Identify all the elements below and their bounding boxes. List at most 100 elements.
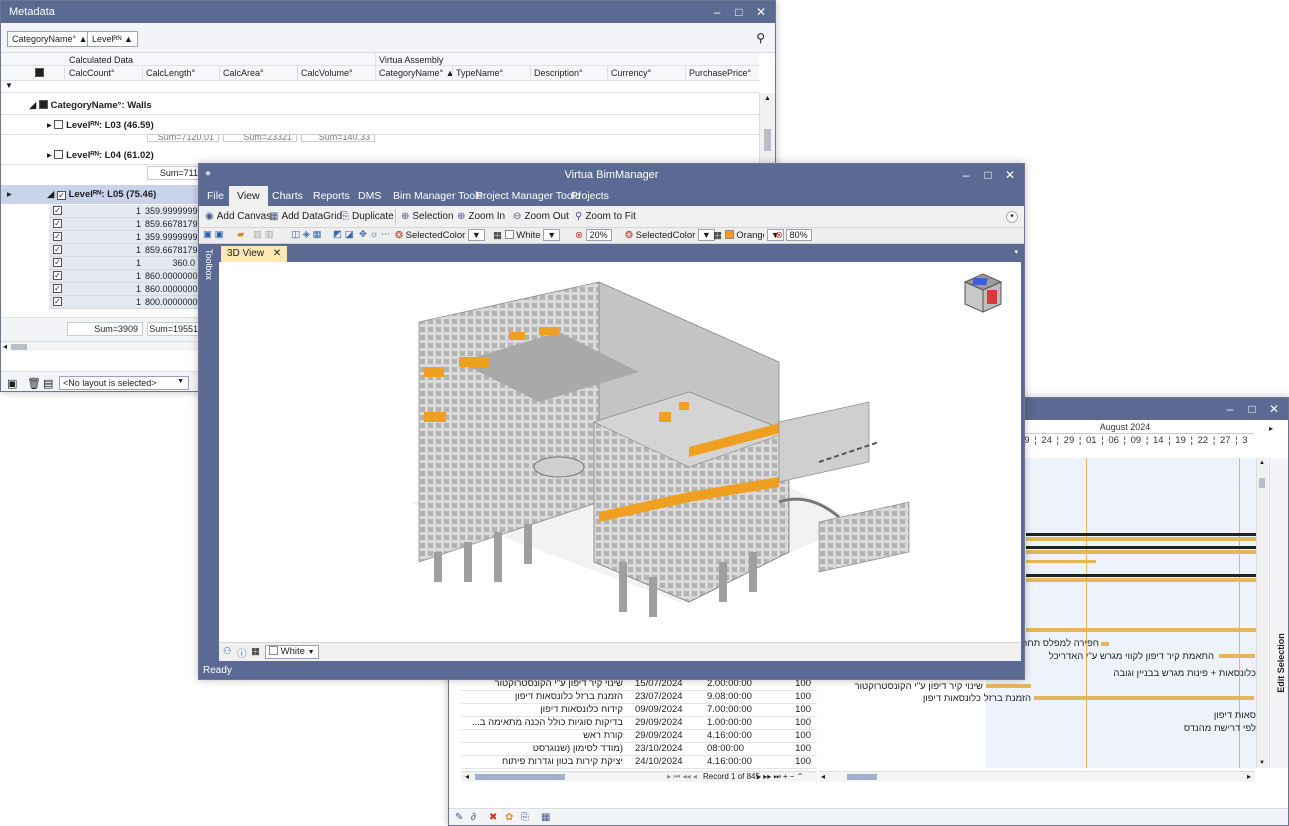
minimize-icon[interactable]: – <box>709 4 725 20</box>
save-icon[interactable]: ▣ ▣ <box>203 229 224 242</box>
maximize-icon[interactable]: □ <box>1244 401 1260 417</box>
maximize-icon[interactable]: □ <box>731 4 747 20</box>
section-icon[interactable]: ◩ ◪ <box>333 229 354 242</box>
table-row[interactable]: (מודד לסימון (שנוגרסט 23/10/2024 08:00:00 1… <box>461 743 817 756</box>
tab-3d-view[interactable]: 3D View ✕ <box>221 246 288 262</box>
paint-icon[interactable]: ✿ <box>505 812 513 823</box>
task-bar[interactable] <box>1026 578 1256 582</box>
table-row[interactable]: ✓ 1 860.0000000 <box>49 283 209 296</box>
zoom-to-fit-button[interactable]: ⚲ Zoom to Fit <box>575 211 636 222</box>
group-row-walls[interactable]: ◢ CategoryName°: Walls <box>1 97 759 115</box>
selected-color-picker-1[interactable]: ❂ SelectedColor ▼ <box>395 229 485 242</box>
group-chip-level[interactable]: Levelᴿᴺ ▲ <box>87 31 138 47</box>
table-row[interactable]: קורת ראש 29/09/2024 4.16:00:00 100 <box>461 730 817 743</box>
view-cube-icon[interactable]: ◫ ◈ ▦ <box>291 229 322 242</box>
minimize-icon[interactable]: – <box>958 167 974 183</box>
layout-select[interactable]: <No layout is selected> ▼ <box>59 376 189 390</box>
task-bar[interactable] <box>1101 642 1109 646</box>
search-icon[interactable]: ⚲ <box>756 31 765 45</box>
expand-icon[interactable]: ▸ <box>47 150 52 161</box>
delete-icon[interactable]: 🗑 <box>27 377 41 390</box>
table-row[interactable]: ✓ 1 360.0 <box>49 257 209 270</box>
table-row[interactable]: ✓ 1 359.9999999 <box>49 205 209 218</box>
selected-color-picker-2[interactable]: ❂ SelectedColor ▼ <box>625 229 715 242</box>
table-row[interactable]: ✓ 1 800.0000000 <box>49 296 209 309</box>
background-color-select[interactable]: White ▼ <box>265 645 319 659</box>
table-row[interactable]: ✓ 1 359.9999999 <box>49 231 209 244</box>
task-bar[interactable] <box>1026 550 1256 554</box>
scroll-thumb[interactable] <box>1259 478 1265 488</box>
zoom-out-button[interactable]: ⊖ Zoom Out <box>513 211 569 222</box>
scroll-up-icon[interactable]: ▲ <box>1259 460 1265 466</box>
color-select-1[interactable]: ▦ White ▼ <box>493 229 561 242</box>
building-model[interactable] <box>219 262 1023 642</box>
color-select-2[interactable]: ▦ Orange ▼ <box>713 229 784 242</box>
task-bar[interactable] <box>986 684 1031 688</box>
save-layout-icon[interactable]: ▤ <box>43 377 53 390</box>
nav-first-icon[interactable]: ▸ ⏮ ◂◂ ◂ <box>667 772 697 782</box>
scroll-left-icon[interactable]: ◂ <box>3 342 7 351</box>
menu-file[interactable]: File <box>207 190 224 202</box>
grid-icon[interactable]: ▦ <box>541 812 550 823</box>
opacity-2[interactable]: ⊗ 80% <box>775 229 812 242</box>
table-row[interactable]: ✓ 1 860.0000000 <box>49 270 209 283</box>
3d-viewport[interactable] <box>219 262 1021 642</box>
table-row[interactable]: בדיקות סוגיות כולל הכנה מתאימה ב... 29/09… <box>461 717 817 730</box>
lighting-icon[interactable]: ✥ ☼ ⋯ <box>359 229 390 242</box>
add-canvas-button[interactable]: ◉ Add Canvas <box>205 211 271 222</box>
column-calcarea[interactable]: CalcArea° <box>223 68 264 78</box>
column-purchaseprice[interactable]: PurchasePrice° <box>689 68 751 78</box>
menu-reports[interactable]: Reports <box>313 190 350 202</box>
close-tab-icon[interactable]: ✕ <box>273 248 281 259</box>
close-icon[interactable]: ✕ <box>1002 167 1018 183</box>
task-bar[interactable] <box>1026 560 1096 563</box>
copy-icon[interactable]: ⎘ <box>521 812 529 823</box>
table-row[interactable]: ✓ 1 859.6678179 <box>49 218 209 231</box>
column-currency[interactable]: Currency° <box>611 68 651 78</box>
scroll-left-icon[interactable]: ◂ <box>821 772 825 781</box>
group-chip-category[interactable]: CategoryName° ▲ <box>7 31 93 47</box>
table-row[interactable]: הזמנת ברזל כלונסאות דיפון 23/07/2024 9.08:… <box>461 691 817 704</box>
user-icon[interactable]: ⚇ <box>223 646 232 657</box>
scroll-thumb[interactable] <box>11 344 27 350</box>
link-icon[interactable]: ∂ <box>471 812 476 823</box>
scroll-thumb[interactable] <box>847 774 877 780</box>
column-calclength[interactable]: CalcLength° <box>146 68 195 78</box>
select-all-checkbox[interactable] <box>35 68 44 78</box>
layout-icon[interactable]: ▣ <box>7 377 17 390</box>
opacity-value[interactable]: 20% <box>585 229 612 241</box>
column-categoryname[interactable]: CategoryName° ▲ <box>379 68 455 78</box>
selection-button[interactable]: ⊕ Selection <box>401 211 454 222</box>
column-description[interactable]: Description° <box>534 68 583 78</box>
ribbon-options-icon[interactable]: ▾ <box>1006 211 1018 223</box>
opacity-1[interactable]: ⊗ 20% <box>575 229 612 242</box>
task-bar-summary[interactable] <box>1026 546 1256 549</box>
tab-menu-icon[interactable]: ▾ <box>1014 248 1018 256</box>
collapse-panel-icon[interactable]: ▸ <box>1269 424 1273 433</box>
maximize-icon[interactable]: □ <box>980 167 996 183</box>
menu-projects[interactable]: Projects <box>571 190 609 202</box>
scroll-down-icon[interactable]: ▼ <box>1259 760 1265 766</box>
chart-horizontal-scrollbar[interactable]: ◂ ▸ <box>819 771 1255 782</box>
collapse-icon[interactable]: ◢ <box>29 100 36 111</box>
opacity-value[interactable]: 80% <box>785 229 812 241</box>
toolbox-label[interactable]: Toolbox <box>204 249 214 289</box>
dropdown-icon[interactable]: ▼ <box>543 229 561 241</box>
delete-icon[interactable]: ✖ <box>489 812 497 823</box>
gantt-vertical-scrollbar[interactable]: ▲ ▼ <box>1256 458 1268 768</box>
expand-icon[interactable]: ▸ <box>47 120 52 131</box>
info-icon[interactable]: ⓘ <box>237 646 247 660</box>
scroll-left-icon[interactable]: ◂ <box>465 772 469 781</box>
filter-row[interactable]: ▼ <box>1 81 759 93</box>
edit-selection-panel[interactable]: Edit Selection <box>1269 458 1288 768</box>
task-bar-summary[interactable] <box>1026 533 1256 536</box>
scroll-thumb[interactable] <box>764 129 771 151</box>
table-row[interactable]: יציקת קירות בטון וגדרות פיתוח 24/10/2024 4… <box>461 756 817 769</box>
scroll-right-icon[interactable]: ▸ <box>1247 772 1251 781</box>
grid-icon[interactable]: ▦ <box>251 646 260 657</box>
edit-selection-label[interactable]: Edit Selection <box>1276 618 1286 708</box>
filter-icon[interactable]: ▼ <box>5 81 13 90</box>
column-typename[interactable]: TypeName° <box>456 68 503 78</box>
column-calcvolume[interactable]: CalcVolume° <box>301 68 353 78</box>
menu-dms[interactable]: DMS <box>358 190 381 202</box>
